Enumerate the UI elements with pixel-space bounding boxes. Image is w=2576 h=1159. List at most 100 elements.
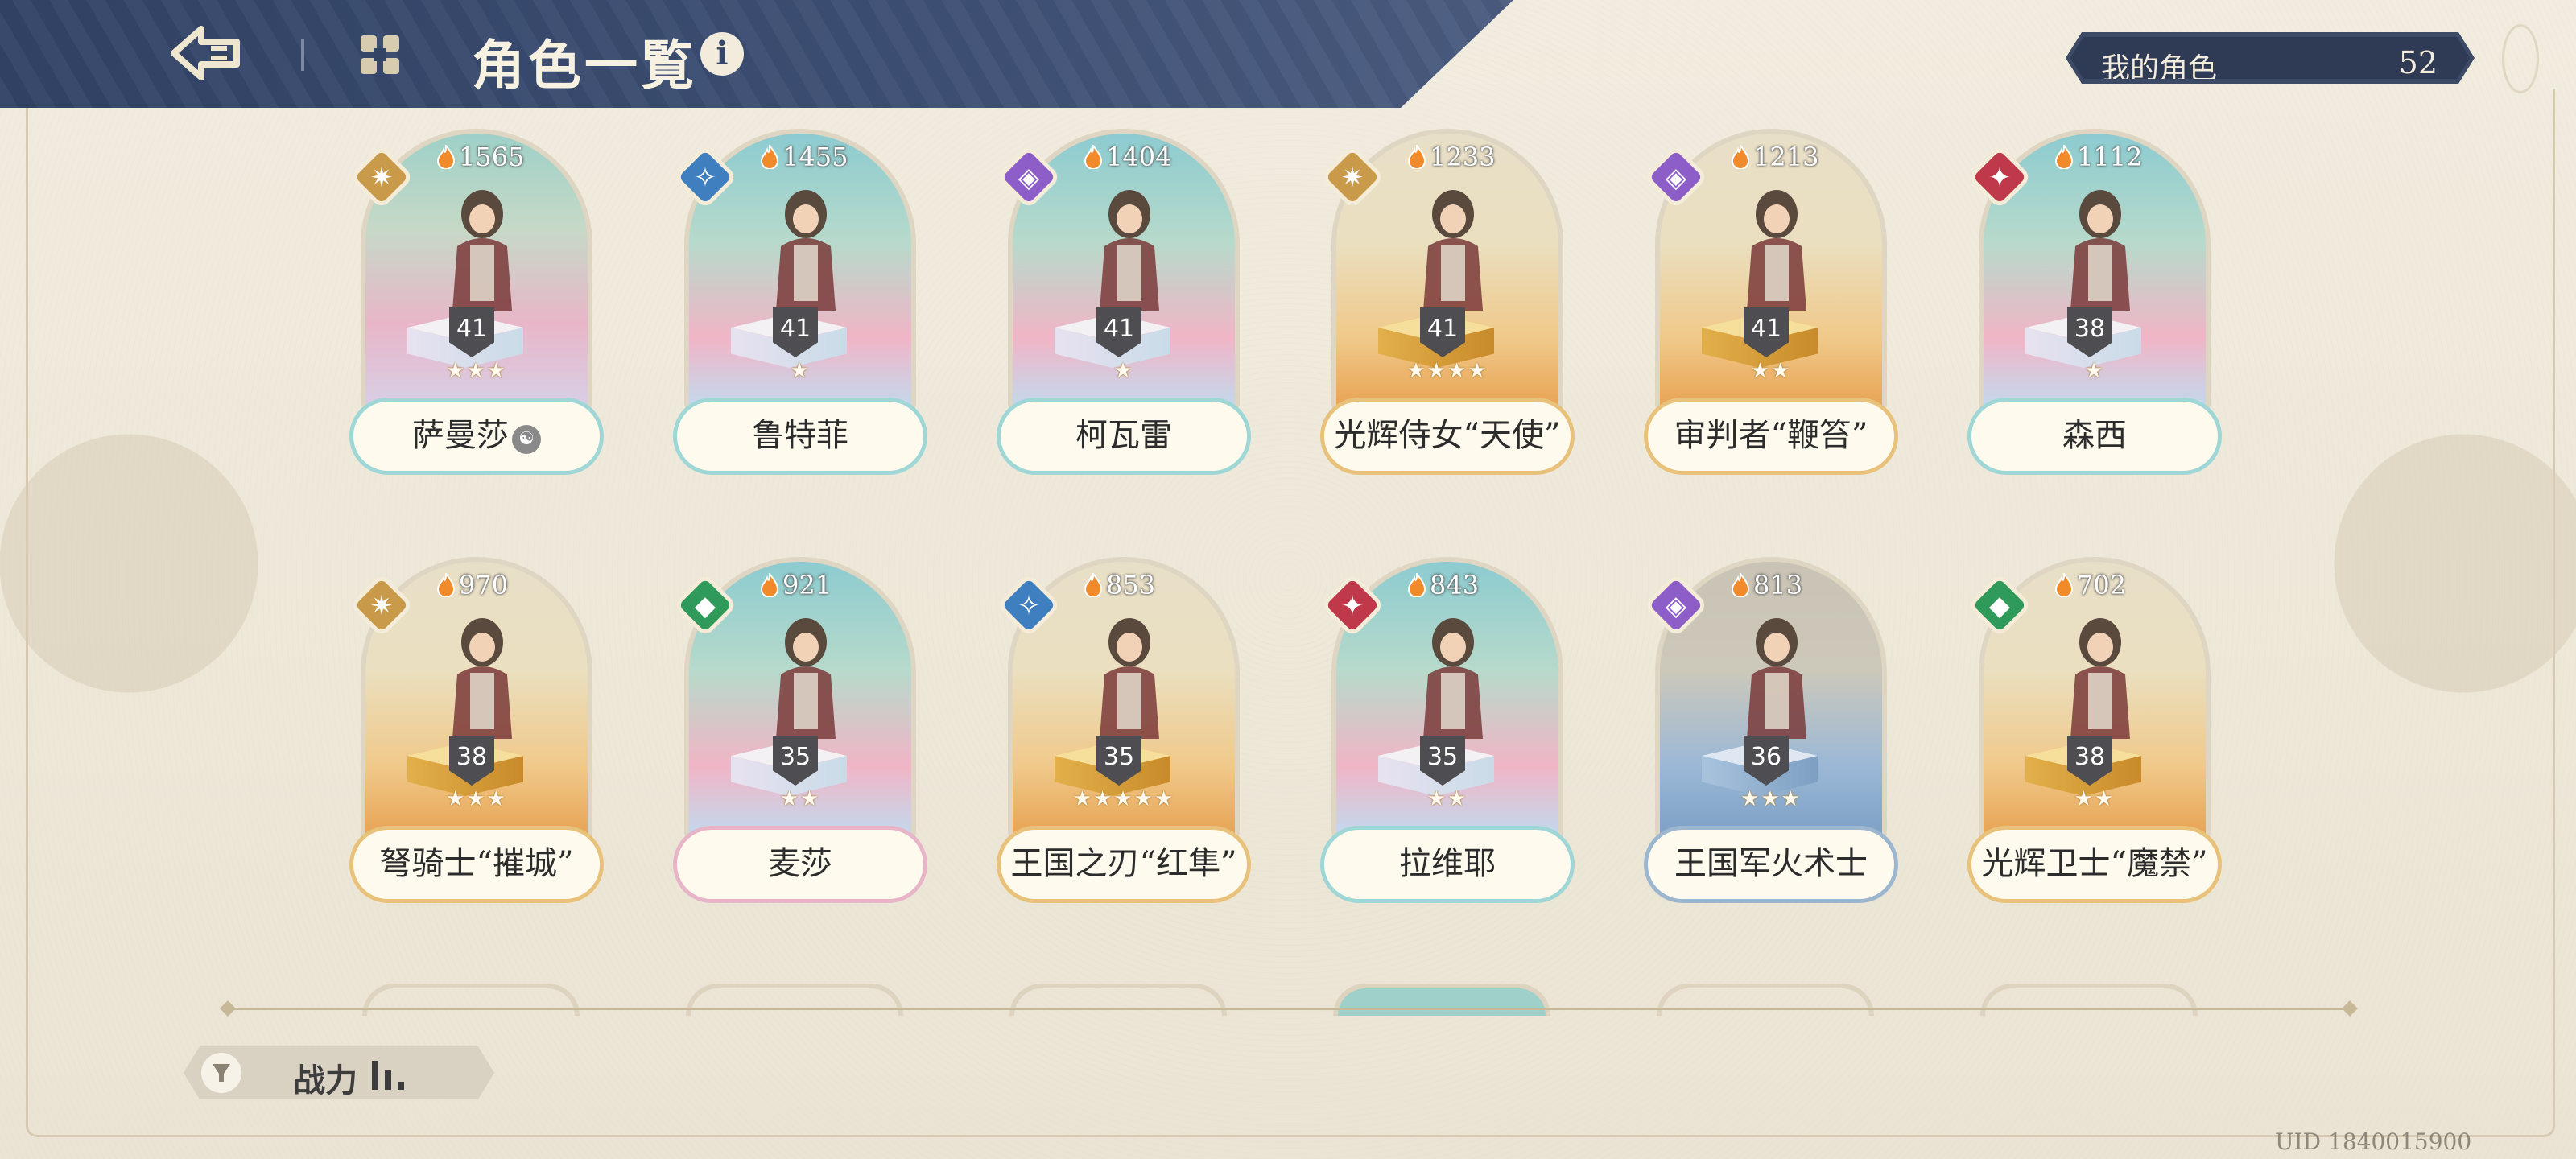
sort-button[interactable]: 战力: [184, 1046, 494, 1099]
power-text: 1455: [782, 142, 848, 172]
flame-icon: [1731, 573, 1750, 597]
character-card-partial[interactable]: [1009, 984, 1227, 1016]
svg-text:✦: ✦: [1341, 590, 1364, 622]
character-card[interactable]: 38 ★★★ 970 ✷ 弩骑士“摧城”: [349, 557, 604, 916]
power-text: 813: [1753, 570, 1803, 600]
attribute-dark-icon: ◈: [1644, 573, 1708, 637]
character-name: 光辉侍女“天使”: [1320, 398, 1575, 475]
character-name-text: 王国军火术士: [1674, 845, 1868, 882]
character-sprite: [1423, 618, 1483, 739]
character-card-partial[interactable]: [1333, 984, 1550, 1016]
attribute-sun-icon: ✷: [1320, 145, 1385, 209]
power-text: 1565: [459, 142, 525, 172]
character-sprite: [1423, 190, 1483, 311]
character-name-text: 麦莎: [768, 845, 832, 882]
star-rating: ★★: [2074, 787, 2116, 811]
sort-label: 战力: [293, 1062, 357, 1099]
attribute-fire-icon: ✦: [1320, 573, 1385, 637]
character-name-text: 萨曼莎: [412, 417, 509, 454]
power-value: 813: [1731, 570, 1802, 600]
power-value: 1455: [760, 142, 848, 172]
character-sprite: [1747, 618, 1806, 739]
character-name-text: 光辉侍女“天使”: [1334, 417, 1561, 454]
back-button[interactable]: [169, 21, 242, 85]
info-icon[interactable]: i: [700, 32, 744, 76]
svg-text:✷: ✷: [1341, 162, 1364, 194]
character-name: 柯瓦雷: [997, 398, 1251, 475]
power-value: 970: [436, 570, 508, 600]
character-card-partial[interactable]: [686, 984, 903, 1016]
svg-text:✷: ✷: [370, 162, 394, 194]
flame-icon: [2054, 145, 2074, 169]
my-characters-counter: 我的角色 52: [2066, 32, 2475, 84]
star-rating: ★★: [779, 787, 821, 811]
character-card[interactable]: 41 ★ 1404 ◈ 柯瓦雷: [997, 129, 1251, 488]
character-card[interactable]: 41 ★★ 1213 ◈ 审判者“鞭笞”: [1644, 129, 1898, 488]
flame-icon: [436, 145, 456, 169]
character-card[interactable]: 41 ★ 1455 ✧ 鲁特菲: [673, 129, 927, 488]
character-name-text: 拉维耶: [1399, 845, 1496, 882]
character-name: 麦莎: [673, 826, 927, 903]
flame-icon: [760, 573, 779, 597]
character-card[interactable]: 38 ★ 1112 ✦ 森西: [1967, 129, 2222, 488]
character-card[interactable]: 38 ★★ 702 ◆ 光辉卫士“魔禁”: [1967, 557, 2222, 916]
power-value: 1565: [436, 142, 524, 172]
character-sprite: [1100, 618, 1159, 739]
character-name: 拉维耶: [1320, 826, 1575, 903]
star-rating: ★: [2084, 359, 2105, 383]
character-card-partial[interactable]: [362, 984, 580, 1016]
attribute-fire-icon: ✦: [1967, 145, 2032, 209]
character-name-text: 光辉卫士“魔禁”: [1981, 845, 2208, 882]
character-name-text: 森西: [2062, 417, 2127, 454]
power-text: 843: [1430, 570, 1480, 600]
counter-label: 我的角色: [2101, 52, 2218, 85]
svg-text:◆: ◆: [1989, 590, 2011, 622]
character-name-text: 审判者“鞭笞”: [1674, 417, 1868, 454]
character-name: 萨曼莎 ☯: [349, 398, 604, 475]
scroll-divider: [230, 1008, 2347, 1010]
character-sprite: [776, 618, 836, 739]
character-sprite: [452, 190, 512, 311]
power-value: 843: [1407, 570, 1479, 600]
flame-icon: [436, 573, 456, 597]
character-name-text: 王国之刃“红隼”: [1010, 845, 1237, 882]
character-name: 王国之刃“红隼”: [997, 826, 1251, 903]
power-value: 853: [1084, 570, 1155, 600]
svg-text:✧: ✧: [694, 162, 717, 194]
star-rating: ★★★: [1740, 787, 1802, 811]
character-sprite: [776, 190, 836, 311]
spirit-icon: ☯: [512, 425, 541, 454]
character-card[interactable]: 41 ★★★ 1565 ✷ 萨曼莎 ☯: [349, 129, 604, 488]
power-value: 921: [760, 570, 832, 600]
character-card[interactable]: 41 ★★★★ 1233 ✷ 光辉侍女“天使”: [1320, 129, 1575, 488]
character-card-partial[interactable]: [1980, 984, 2198, 1016]
character-name: 弩骑士“摧城”: [349, 826, 604, 903]
star-rating: ★★★: [446, 787, 507, 811]
character-sprite: [1747, 190, 1806, 311]
filter-icon: [201, 1053, 242, 1093]
flame-icon: [1084, 573, 1103, 597]
counter-ornament: [2502, 24, 2539, 93]
back-arrow-icon: [171, 26, 240, 80]
character-card[interactable]: 35 ★★★★★ 853 ✧ 王国之刃“红隼”: [997, 557, 1251, 916]
power-text: 921: [782, 570, 832, 600]
character-card[interactable]: 35 ★★ 843 ✦ 拉维耶: [1320, 557, 1575, 916]
flame-icon: [1731, 145, 1750, 169]
svg-text:◈: ◈: [1018, 162, 1040, 194]
character-sprite: [452, 618, 512, 739]
attribute-wind-icon: ✧: [673, 145, 737, 209]
star-rating: ★★★: [446, 359, 507, 383]
power-text: 1112: [2077, 142, 2143, 172]
character-card-partial[interactable]: [1657, 984, 1874, 1016]
character-card[interactable]: 36 ★★★ 813 ◈ 王国军火术士: [1644, 557, 1898, 916]
character-card[interactable]: 35 ★★ 921 ◆ 麦莎: [673, 557, 927, 916]
flame-icon: [2054, 573, 2074, 597]
power-text: 853: [1106, 570, 1156, 600]
svg-text:✦: ✦: [1988, 162, 2012, 194]
flame-icon: [760, 145, 779, 169]
menu-button[interactable]: [357, 32, 402, 77]
attribute-dark-icon: ◈: [1644, 145, 1708, 209]
character-sprite: [1100, 190, 1159, 311]
power-value: 1213: [1731, 142, 1818, 172]
svg-text:✧: ✧: [1018, 590, 1041, 622]
